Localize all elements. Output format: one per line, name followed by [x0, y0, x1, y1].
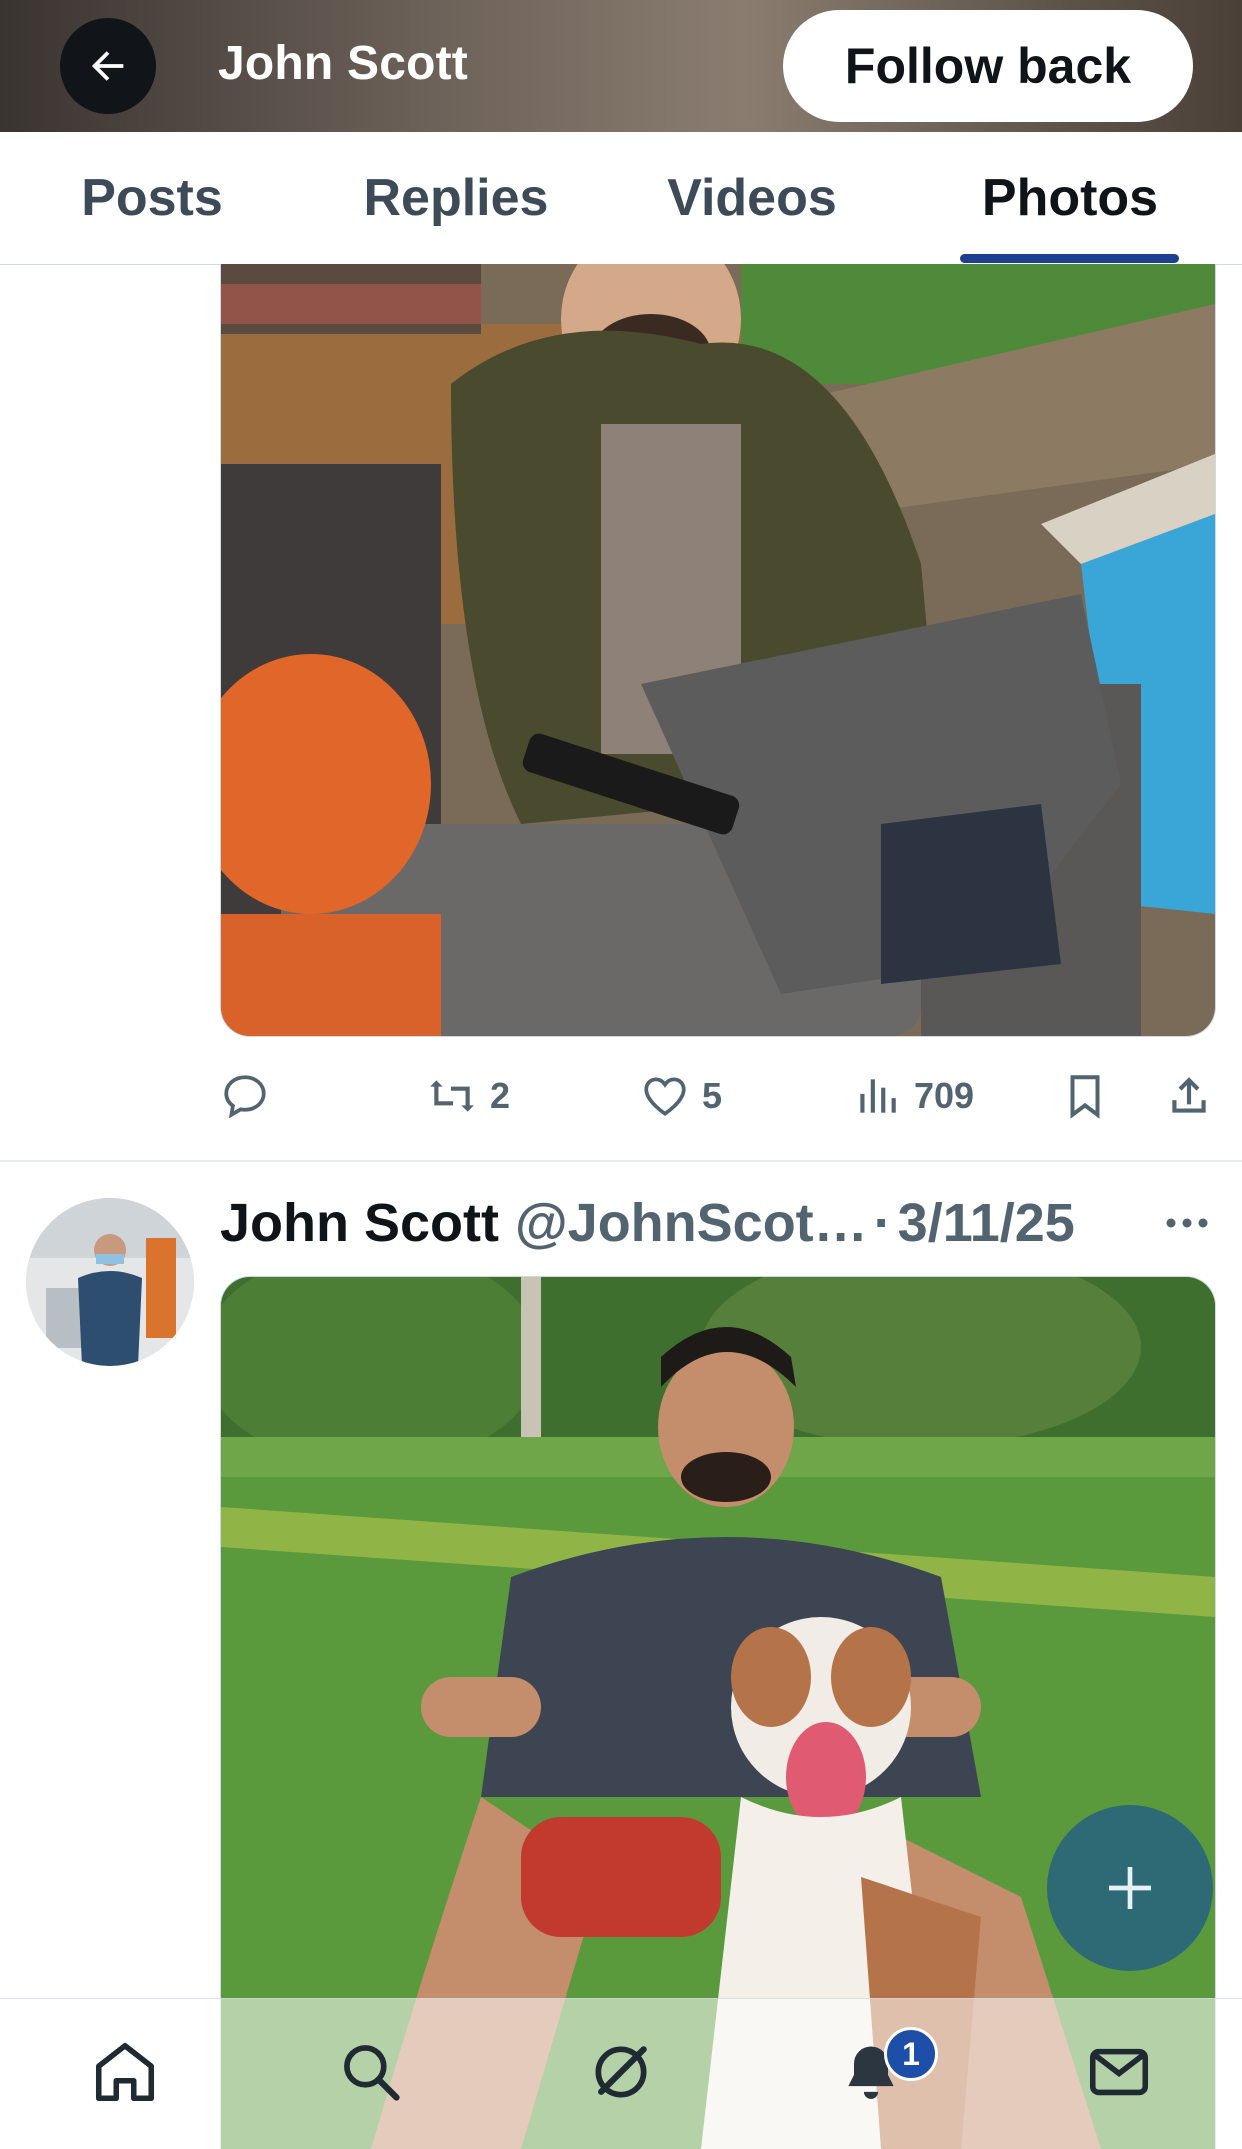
notification-badge: 1 [884, 2027, 938, 2081]
plus-icon [1109, 1867, 1151, 1909]
photo-image [221, 264, 1215, 1036]
nav-grok[interactable] [576, 2027, 666, 2117]
nav-search[interactable] [326, 2027, 416, 2117]
share-button[interactable] [1164, 1066, 1214, 1126]
bookmark-icon [1070, 1075, 1100, 1119]
tab-replies[interactable]: Replies [304, 132, 608, 264]
post-divider [0, 1160, 1242, 1162]
more-options-button[interactable] [1160, 1200, 1214, 1246]
more-icon [1166, 1218, 1208, 1228]
avatar[interactable] [26, 1198, 194, 1366]
tab-posts[interactable]: Posts [0, 132, 304, 264]
nav-home[interactable] [80, 2027, 170, 2117]
search-icon [344, 2045, 400, 2101]
avatar-image [26, 1198, 194, 1366]
profile-header: John Scott Follow back [0, 0, 1242, 132]
home-icon [95, 2042, 155, 2102]
views-button[interactable]: 709 [852, 1066, 974, 1126]
views-icon [860, 1079, 896, 1113]
back-button[interactable] [60, 18, 156, 114]
comment-icon [224, 1075, 266, 1119]
heart-icon [644, 1077, 686, 1116]
bookmark-button[interactable] [1060, 1066, 1110, 1126]
header-title: John Scott [218, 37, 468, 90]
share-icon [1172, 1077, 1206, 1113]
post-author-name[interactable]: John Scott [220, 1192, 499, 1254]
like-button[interactable]: 5 [640, 1066, 722, 1126]
profile-tabs: Posts Replies Videos Photos [0, 132, 1242, 265]
post-author-handle[interactable]: @JohnScot… [515, 1192, 868, 1254]
messages-icon [1089, 2048, 1149, 2096]
post-photo[interactable] [220, 264, 1216, 1037]
compose-button[interactable] [1047, 1805, 1213, 1971]
post-actions: 2 5 709 [220, 1066, 1214, 1126]
nav-messages[interactable] [1074, 2027, 1164, 2117]
repost-count: 2 [490, 1075, 511, 1116]
tab-videos[interactable]: Videos [608, 132, 896, 264]
repost-icon [430, 1080, 474, 1112]
like-count: 5 [702, 1075, 723, 1116]
bottom-navigation [0, 1998, 1242, 2149]
follow-back-button[interactable]: Follow back [783, 10, 1193, 122]
tab-photos[interactable]: Photos [940, 132, 1200, 264]
grok-icon [595, 2046, 647, 2098]
repost-button[interactable]: 2 [426, 1066, 510, 1126]
post-separator: · [873, 1193, 892, 1253]
active-tab-indicator [960, 254, 1179, 263]
reply-button[interactable] [220, 1066, 270, 1126]
post-header: John Scott @JohnScot… · 3/11/25 [220, 1188, 1180, 1258]
post-date[interactable]: 3/11/25 [898, 1192, 1075, 1254]
view-count: 709 [914, 1075, 975, 1116]
arrow-left-icon [91, 51, 124, 81]
